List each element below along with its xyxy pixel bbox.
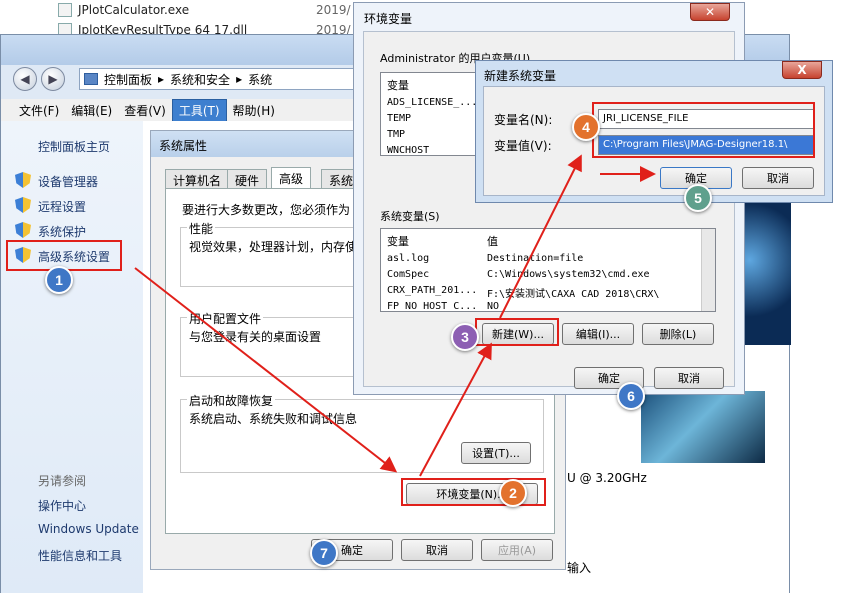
arrow-step2-to-3 [419, 342, 492, 477]
step-badge: 4 [572, 113, 600, 141]
step-badge: 2 [499, 479, 527, 507]
step-badge: 7 [310, 539, 338, 567]
step-badge: 6 [617, 382, 645, 410]
step-badge: 1 [45, 266, 73, 294]
step-badge: 5 [684, 184, 712, 212]
annotation-arrows [134, 154, 656, 477]
arrow-step1-to-2 [134, 267, 398, 473]
step-badge: 3 [451, 323, 479, 351]
arrow-step3-to-4 [499, 154, 582, 319]
